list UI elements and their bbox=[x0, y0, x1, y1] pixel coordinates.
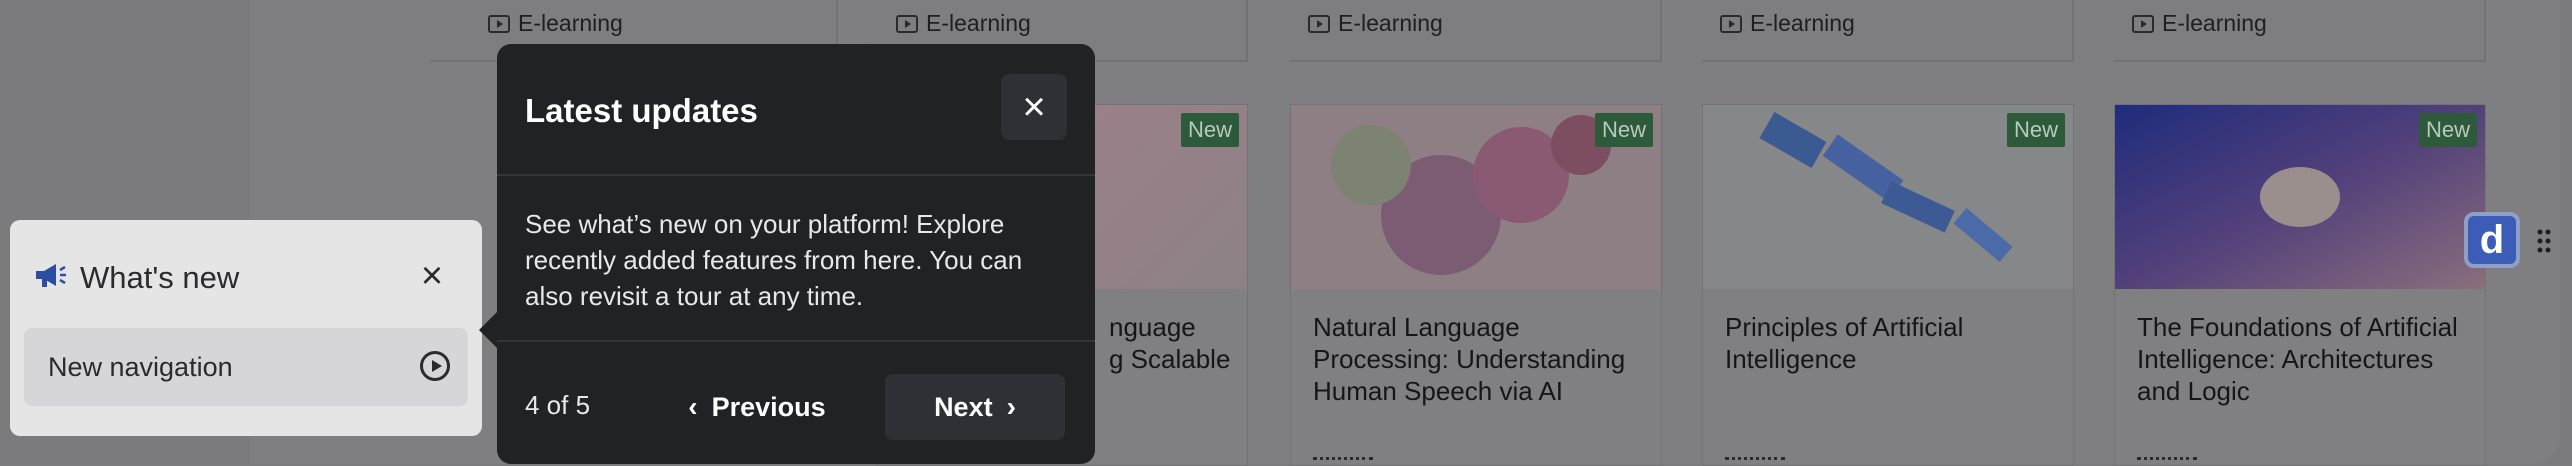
chevron-right-icon: › bbox=[1006, 391, 1016, 422]
assistant-logo: d bbox=[2479, 218, 2505, 262]
divider bbox=[497, 340, 1095, 342]
card-footer bbox=[1725, 457, 1785, 460]
whats-new-item-label: New navigation bbox=[48, 352, 233, 382]
course-card[interactable]: New Principles of Artificial Intelligenc… bbox=[1702, 104, 2074, 466]
course-title: The Foundations of Artificial Intelligen… bbox=[2137, 312, 2458, 406]
drag-handle-icon[interactable] bbox=[2536, 228, 2552, 254]
tour-popover: Latest updates × See what’s new on your … bbox=[497, 44, 1095, 464]
course-type: E-learning bbox=[488, 10, 623, 37]
previous-label: Previous bbox=[711, 391, 826, 422]
course-card[interactable]: New The Foundations of Artificial Intell… bbox=[2114, 104, 2486, 466]
previous-button[interactable]: ‹ Previous bbox=[677, 374, 837, 440]
new-badge: New bbox=[1594, 113, 1653, 147]
assistant-widget-button[interactable]: d bbox=[2464, 212, 2520, 268]
course-type: E-learning bbox=[2132, 10, 2267, 37]
new-badge: New bbox=[2418, 113, 2477, 147]
new-badge: New bbox=[2006, 113, 2065, 147]
course-type: E-learning bbox=[896, 10, 1031, 37]
divider bbox=[497, 174, 1095, 176]
card-footer bbox=[2137, 457, 2197, 460]
course-type-label: E-learning bbox=[2162, 10, 2267, 36]
course-title: Natural Language Processing: Understandi… bbox=[1313, 312, 1626, 406]
next-button[interactable]: Next › bbox=[885, 374, 1065, 440]
close-button[interactable]: × bbox=[1001, 74, 1067, 140]
course-type: E-learning bbox=[1308, 10, 1443, 37]
popover-arrow bbox=[479, 310, 499, 350]
whats-new-item[interactable]: New navigation bbox=[24, 328, 468, 406]
card-footer bbox=[1313, 457, 1373, 460]
close-icon[interactable]: × bbox=[412, 256, 452, 296]
popover-title: Latest updates bbox=[525, 92, 758, 129]
play-icon bbox=[1720, 14, 1742, 33]
course-type-label: E-learning bbox=[518, 10, 623, 36]
play-icon bbox=[2132, 14, 2154, 33]
step-indicator: 4 of 5 bbox=[525, 390, 591, 420]
course-title: Principles of Artificial Intelligence bbox=[1725, 312, 1964, 374]
next-label: Next bbox=[934, 391, 993, 422]
chevron-left-icon: ‹ bbox=[688, 391, 698, 422]
play-icon bbox=[488, 14, 510, 33]
play-icon bbox=[1308, 14, 1330, 33]
course-type: E-learning bbox=[1720, 10, 1855, 37]
popover-body: See what’s new on your platform! Explore… bbox=[525, 209, 1023, 311]
course-type-label: E-learning bbox=[1338, 10, 1443, 36]
course-card[interactable]: New Natural Language Processing: Underst… bbox=[1290, 104, 1662, 466]
play-circle-icon bbox=[420, 351, 450, 381]
megaphone-icon bbox=[36, 264, 66, 287]
play-icon bbox=[896, 14, 918, 33]
course-type-label: E-learning bbox=[926, 10, 1031, 36]
whats-new-panel: What's new × New navigation bbox=[10, 220, 482, 436]
whats-new-title: What's new bbox=[80, 260, 240, 295]
new-badge: New bbox=[1180, 113, 1239, 147]
course-type-label: E-learning bbox=[1750, 10, 1855, 36]
